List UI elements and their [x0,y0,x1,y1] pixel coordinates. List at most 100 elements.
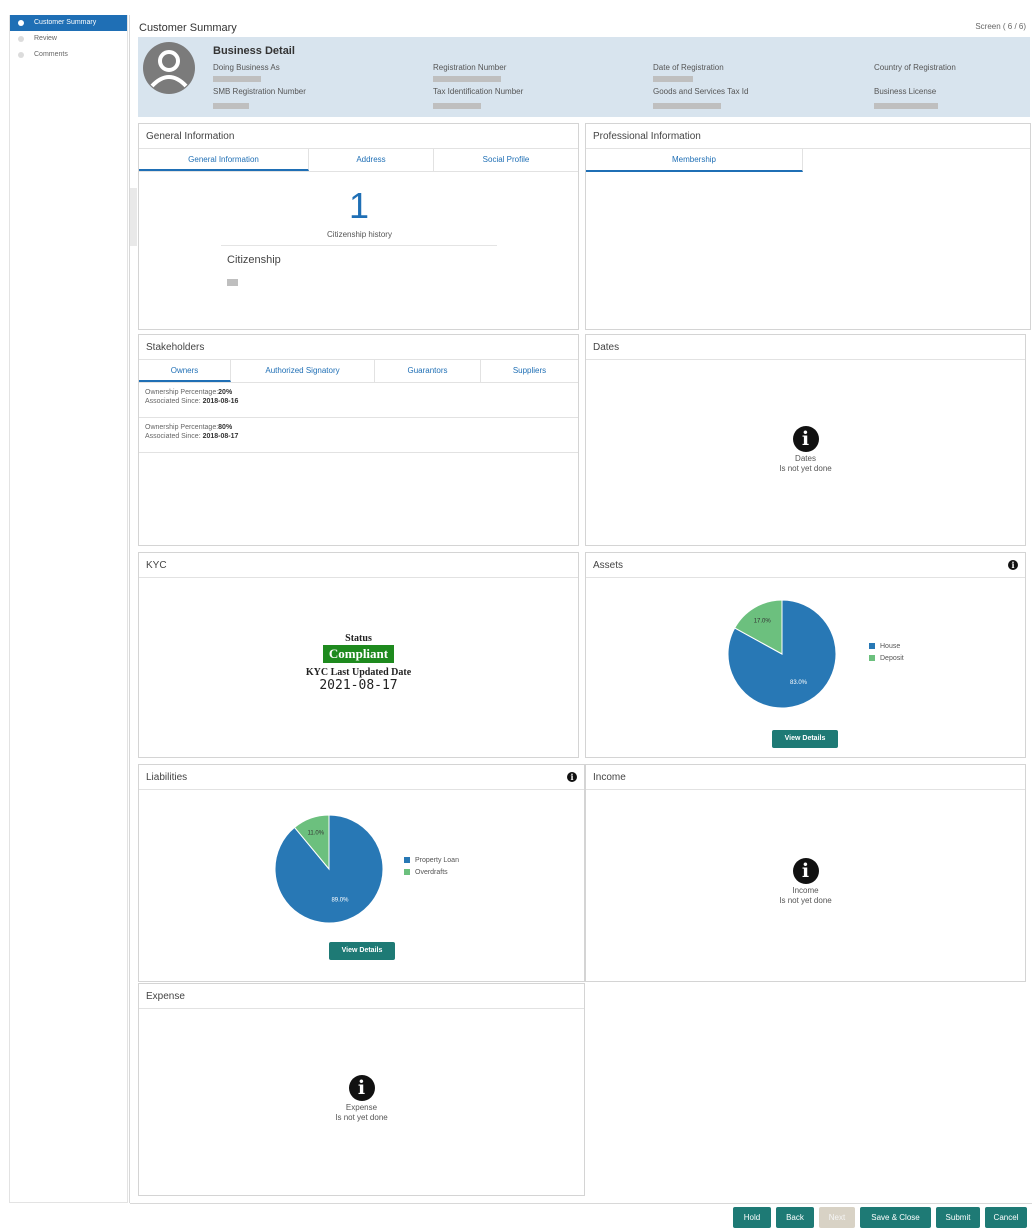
citizenship-count: 1 [348,185,370,226]
field-value-placeholder [433,103,481,109]
tab-guarantors[interactable]: Guarantors [375,360,481,382]
card-title: Assets i [586,553,1025,578]
info-icon: i [792,858,819,884]
stakeholders-tabs: Owners Authorized Signatory Guarantors S… [139,360,578,383]
empty-title: Income [792,886,819,895]
kyc-status-label: Status [345,633,372,644]
associated-since-value: 2018-08-17 [202,433,239,440]
legend-label: Overdrafts [415,869,448,876]
field-label-country-of-registration: Country of Registration [874,63,956,72]
assets-view-details-button[interactable]: View Details [772,730,838,748]
ownership-percentage-label: Ownership Percentage: [145,389,219,396]
card-title-text: Assets [593,560,624,571]
pie-data-label: 83.0% [790,680,808,686]
field-label-registration-number: Registration Number [433,63,507,72]
business-detail-header: Business Detail Doing Business As Regist… [138,37,1030,117]
legend-label: Deposit [880,655,904,662]
field-label-gst-id: Goods and Services Tax Id [653,87,749,96]
step-sidebar: Customer Summary Review Comments [9,15,128,1203]
legend-item-deposit: Deposit [869,653,904,665]
kyc-updated-date: 2021-08-17 [319,678,398,693]
expense-card: Expense i Expense Is not yet done [138,983,585,1196]
associated-since-label: Associated Since: [145,433,203,440]
hold-button[interactable]: Hold [733,1207,771,1228]
assets-pie-chart: 83.0% 17.0% [727,599,837,709]
card-title: KYC [139,553,578,578]
info-icon: i [348,1075,375,1101]
sidebar-item-label: Customer Summary [34,19,97,26]
liabilities-view-details-button[interactable]: View Details [329,942,395,960]
user-avatar-icon [150,50,188,88]
cancel-button[interactable]: Cancel [985,1207,1027,1228]
professional-information-card: Professional Information Membership [585,123,1031,330]
field-label-tax-identification-number: Tax Identification Number [433,87,524,96]
legend-swatch [869,643,875,650]
back-button[interactable]: Back [776,1207,814,1228]
field-value-placeholder [874,103,938,109]
income-empty-state: i Income Is not yet done [586,858,1025,906]
expense-empty-state: i Expense Is not yet done [139,1075,584,1123]
citizenship-label: Citizenship [227,254,281,266]
step-dot-icon [18,52,24,58]
sidebar-item-customer-summary[interactable]: Customer Summary [10,15,127,31]
step-dot-icon [18,20,24,26]
ownership-percentage-value: 80% [218,424,233,431]
legend-swatch [404,869,410,876]
collapse-handle[interactable] [130,188,137,246]
legend-label: House [880,643,901,650]
field-label-smb-registration-number: SMB Registration Number [213,87,306,96]
liabilities-card: Liabilities i 89.0% 11.0% Property Loan O… [138,764,585,982]
legend-item-property-loan: Property Loan [404,855,459,867]
dates-empty-state: i Dates Is not yet done [586,426,1025,474]
business-detail-title: Business Detail [213,45,295,57]
tab-address[interactable]: Address [309,149,434,171]
citizenship-count-label: Citizenship history [327,230,392,239]
status-badge: Compliant [322,645,395,663]
next-button[interactable]: Next [819,1207,855,1228]
sidebar-item-label: Comments [34,51,68,58]
ownership-percentage-value: 20% [218,389,233,396]
card-title: Professional Information [586,124,1030,149]
income-card: Income i Income Is not yet done [585,764,1026,982]
info-icon: i [792,426,819,452]
tab-social-profile[interactable]: Social Profile [434,149,578,171]
kyc-status-block: Status Compliant KYC Last Updated Date 2… [139,633,578,693]
sidebar-item-comments[interactable]: Comments [10,47,127,63]
tab-owners[interactable]: Owners [139,360,231,382]
professional-information-tabs: Membership [586,149,1030,172]
pie-data-label: 17.0% [754,619,772,625]
avatar [143,42,195,94]
legend-label: Property Loan [415,857,459,864]
field-value-placeholder [653,103,721,109]
kyc-updated-label: KYC Last Updated Date [305,667,412,678]
pie-data-label: 89.0% [331,897,349,903]
submit-button[interactable]: Submit [936,1207,980,1228]
general-information-card: General Information General Information … [138,123,579,330]
liabilities-pie-chart: 89.0% 11.0% [274,814,384,924]
associated-since-label: Associated Since: [145,398,203,405]
assets-card: Assets i 83.0% 17.0% House Deposit View D… [585,552,1026,758]
list-item[interactable]: Ownership Percentage:20% Associated Sinc… [139,383,578,418]
field-value-placeholder [653,76,693,82]
info-icon[interactable]: i [1008,560,1018,570]
card-title-text: Liabilities [146,772,188,783]
tab-membership[interactable]: Membership [586,149,803,172]
card-title: Expense [139,984,584,1009]
save-and-close-button[interactable]: Save & Close [860,1207,931,1228]
ownership-percentage-label: Ownership Percentage: [145,424,219,431]
legend-item-house: House [869,641,904,653]
field-value-placeholder [213,103,249,109]
list-item[interactable]: Ownership Percentage:80% Associated Sinc… [139,418,578,453]
card-title: Stakeholders [139,335,578,360]
legend-item-overdrafts: Overdrafts [404,867,459,879]
field-value-placeholder [433,76,501,82]
footer-divider [130,1203,1032,1204]
card-title: General Information [139,124,578,149]
sidebar-item-review[interactable]: Review [10,31,127,47]
card-title: Dates [586,335,1025,360]
legend-swatch [404,857,410,864]
info-icon[interactable]: i [567,772,577,782]
tab-suppliers[interactable]: Suppliers [481,360,578,382]
tab-authorized-signatory[interactable]: Authorized Signatory [231,360,375,382]
tab-general-information[interactable]: General Information [139,149,309,171]
